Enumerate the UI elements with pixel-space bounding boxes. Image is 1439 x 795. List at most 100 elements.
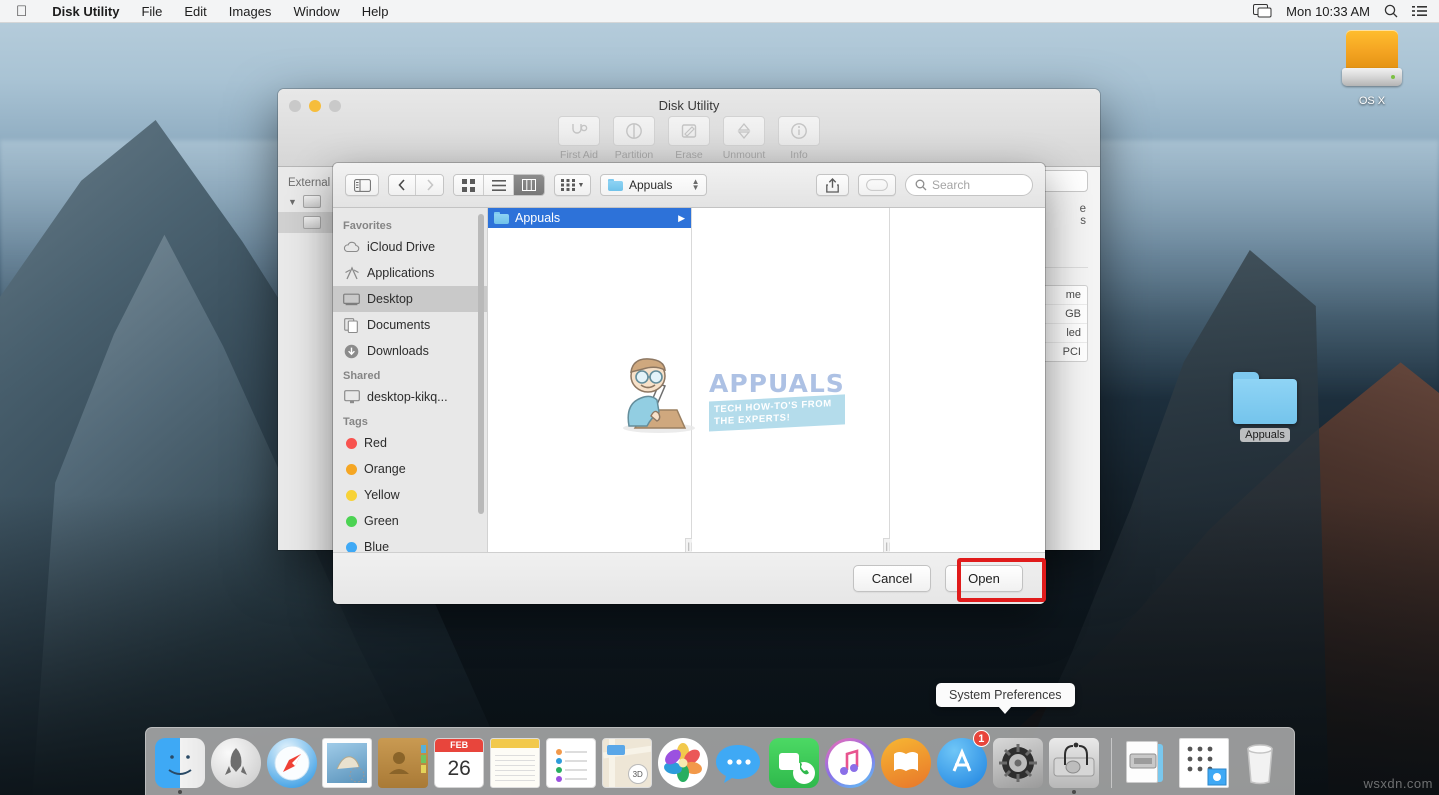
dock-item-disk-utility[interactable] — [1048, 733, 1100, 795]
tag-dot-icon — [346, 542, 357, 553]
apple-logo-icon[interactable]:  — [0, 4, 41, 19]
sidebar-item-applications[interactable]: Applications — [333, 260, 487, 286]
menu-item-help[interactable]: Help — [351, 0, 400, 23]
toolbar-button-erase[interactable]: Erase — [663, 116, 716, 161]
dock-item-maps[interactable]: 3D — [601, 733, 653, 795]
menu-item-window[interactable]: Window — [282, 0, 350, 23]
running-indicator — [1072, 790, 1076, 794]
toolbar-label: Info — [773, 149, 826, 161]
dock-item-trash[interactable] — [1234, 733, 1286, 795]
sidebar-item-documents[interactable]: Documents — [333, 312, 487, 338]
airplay-icon[interactable] — [1253, 4, 1272, 18]
dock-item-facetime[interactable] — [768, 733, 820, 795]
chevron-down-icon: ▼ — [578, 182, 585, 189]
back-button[interactable] — [389, 175, 416, 195]
toolbar-button-partition[interactable]: Partition — [608, 116, 661, 161]
dock-item-ibooks[interactable] — [880, 733, 932, 795]
finder-sidebar[interactable]: Favorites iCloud Drive Applications — [333, 208, 488, 552]
tag-icon[interactable] — [858, 174, 896, 196]
notification-center-icon[interactable] — [1412, 5, 1427, 17]
menu-item-app-name[interactable]: Disk Utility — [41, 0, 130, 23]
cancel-button[interactable]: Cancel — [853, 565, 931, 592]
dock-item-applications-stack[interactable] — [1178, 733, 1230, 795]
folder-icon — [494, 212, 509, 224]
dock-item-itunes[interactable] — [824, 733, 876, 795]
navigation-buttons — [388, 174, 444, 196]
dock-item-finder[interactable] — [154, 733, 206, 795]
mail-icon — [322, 738, 372, 788]
applications-icon — [343, 265, 360, 282]
calendar-day: 26 — [435, 752, 483, 786]
itunes-icon — [825, 738, 875, 788]
desktop-icon-appuals[interactable]: Appuals — [1220, 372, 1310, 442]
dock-item-contacts[interactable] — [377, 733, 429, 795]
dock-item-calendar[interactable]: FEB 26 — [433, 733, 485, 795]
toolbar-label: First Aid — [553, 149, 606, 161]
toolbar-label: Partition — [608, 149, 661, 161]
dock-item-photos[interactable] — [657, 733, 709, 795]
sidebar-item-icloud-drive[interactable]: iCloud Drive — [333, 234, 487, 260]
spotlight-search-icon[interactable] — [1384, 4, 1398, 18]
sidebar-scrollbar[interactable] — [478, 214, 484, 514]
open-file-dialog[interactable]: ▼ Appuals ▲▼ Search Favorites — [333, 163, 1045, 604]
toolbar-button-info[interactable]: Info — [773, 116, 826, 161]
column-1[interactable]: Appuals ▶ || — [488, 208, 692, 552]
dock-item-safari[interactable] — [266, 733, 318, 795]
list-view-icon[interactable] — [484, 175, 514, 195]
volume-icon — [303, 216, 321, 229]
messages-icon — [713, 738, 763, 788]
sidebar-item-tag-orange[interactable]: Orange — [333, 456, 487, 482]
menu-item-images[interactable]: Images — [218, 0, 283, 23]
sidebar-item-desktop-kikq[interactable]: desktop-kikq... — [333, 384, 487, 410]
sidebar-item-downloads[interactable]: Downloads — [333, 338, 487, 364]
column-3[interactable] — [890, 208, 1045, 552]
forward-button[interactable] — [416, 175, 443, 195]
dock-item-notes[interactable] — [489, 733, 541, 795]
toolbar-button-unmount[interactable]: Unmount — [718, 116, 771, 161]
path-popup-label: Appuals — [629, 178, 672, 192]
dock-tooltip: System Preferences — [936, 683, 1075, 707]
file-row-appuals[interactable]: Appuals ▶ — [488, 208, 691, 228]
share-icon[interactable] — [816, 174, 849, 196]
info-icon — [778, 116, 820, 146]
path-popup-button[interactable]: Appuals ▲▼ — [600, 174, 707, 196]
sidebar-item-tag-blue[interactable]: Blue — [333, 534, 487, 552]
toolbar-label: Unmount — [718, 149, 771, 161]
chevron-up-down-icon[interactable]: ▲▼ — [692, 179, 700, 191]
dock-item-messages[interactable] — [713, 733, 765, 795]
sidebar-toggle-icon[interactable] — [345, 174, 379, 196]
menu-item-edit[interactable]: Edit — [173, 0, 217, 23]
erase-icon — [668, 116, 710, 146]
dock-item-launchpad[interactable] — [210, 733, 262, 795]
sidebar-item-tag-yellow[interactable]: Yellow — [333, 482, 487, 508]
dock-item-mail[interactable] — [322, 733, 374, 795]
desktop-icon-os-x[interactable]: OS X — [1327, 28, 1417, 108]
app-store-badge: 1 — [973, 730, 990, 747]
column-2[interactable]: || — [692, 208, 890, 552]
dock-item-reminders[interactable] — [545, 733, 597, 795]
menu-bar-clock[interactable]: Mon 10:33 AM — [1286, 4, 1370, 19]
sidebar-item-label: Green — [364, 514, 399, 528]
desktop-screen:  Disk Utility File Edit Images Window H… — [0, 0, 1439, 795]
search-icon — [915, 179, 927, 191]
disk-utility-titlebar[interactable]: Disk Utility First Aid Partition — [278, 89, 1100, 167]
sidebar-item-tag-green[interactable]: Green — [333, 508, 487, 534]
dock-item-system-preferences[interactable] — [992, 733, 1044, 795]
column-view-icon[interactable] — [514, 175, 544, 195]
trash-icon — [1235, 738, 1285, 788]
tag-dot-icon — [346, 490, 357, 501]
sidebar-item-desktop[interactable]: Desktop — [333, 286, 487, 312]
dock-item-app-store[interactable]: 1 — [936, 733, 988, 795]
documents-icon — [343, 317, 360, 334]
sidebar-item-tag-red[interactable]: Red — [333, 430, 487, 456]
safari-icon — [267, 738, 317, 788]
arrange-by-icon[interactable]: ▼ — [554, 174, 591, 196]
system-preferences-icon — [993, 738, 1043, 788]
search-input[interactable]: Search — [905, 174, 1033, 196]
open-button[interactable]: Open — [945, 565, 1023, 592]
menu-item-file[interactable]: File — [130, 0, 173, 23]
toolbar-button-first-aid[interactable]: First Aid — [553, 116, 606, 161]
chevron-down-icon[interactable]: ▼ — [288, 197, 297, 207]
icon-view-icon[interactable] — [454, 175, 484, 195]
dock-item-downloads-stack[interactable] — [1123, 733, 1175, 795]
